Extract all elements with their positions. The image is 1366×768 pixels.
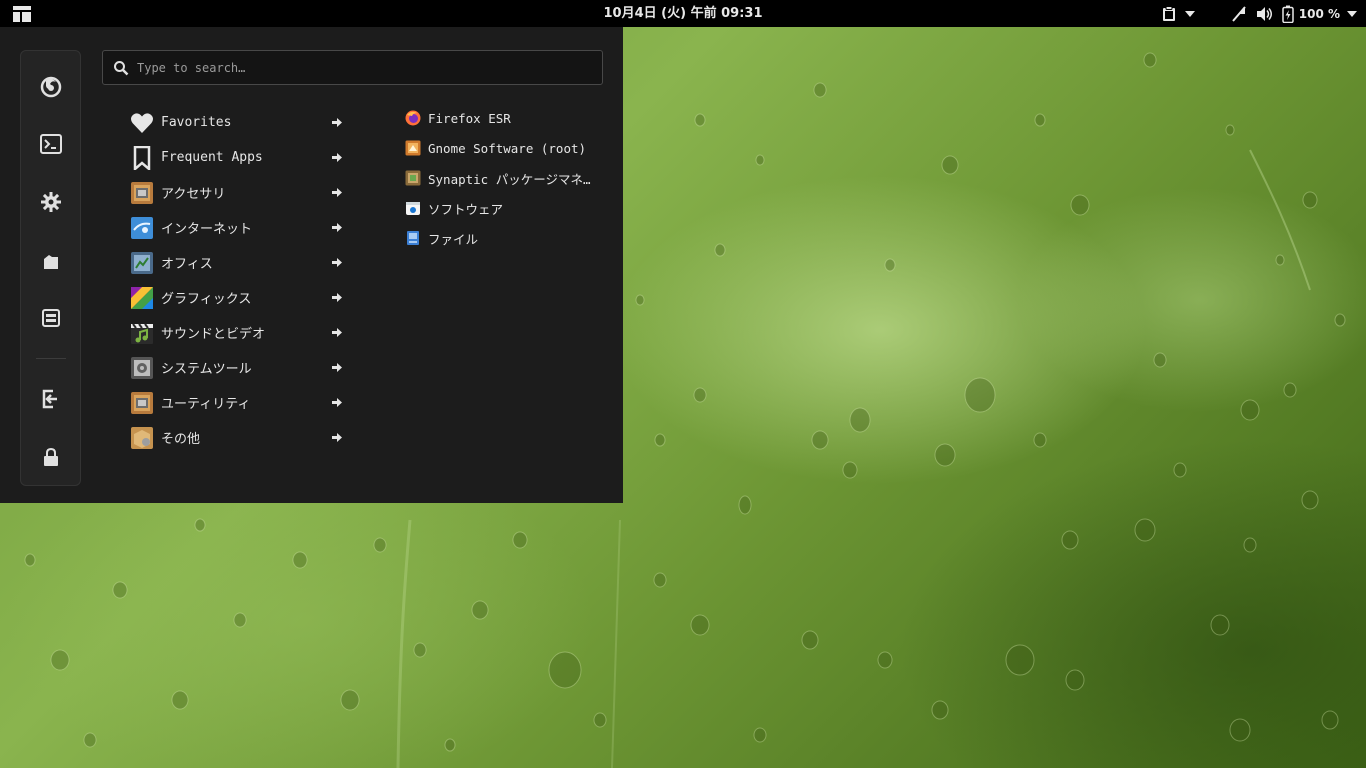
chevron-down-icon <box>1347 10 1357 17</box>
gnome-software-icon <box>405 140 421 156</box>
category-internet[interactable]: インターネット <box>130 210 350 245</box>
clock[interactable]: 10月4日 (火) 午前 09:31 <box>604 0 763 27</box>
utilities-icon <box>130 391 154 415</box>
category-label: Favorites <box>161 115 232 130</box>
app-files[interactable]: ファイル <box>405 223 605 253</box>
sidebar-logout-button[interactable] <box>35 383 67 415</box>
search-icon <box>113 60 129 76</box>
sidebar-software-button[interactable] <box>35 302 67 334</box>
category-graphics[interactable]: グラフィックス <box>130 280 350 315</box>
sidebar-firefox-button[interactable] <box>35 71 67 103</box>
arrow-right-icon <box>332 328 342 337</box>
arrow-right-icon <box>332 223 342 232</box>
category-accessories[interactable]: アクセサリ <box>130 175 350 210</box>
category-label: その他 <box>161 432 201 447</box>
volume-icon <box>1256 6 1272 21</box>
app-software[interactable]: ソフトウェア <box>405 193 605 223</box>
app-label: Synaptic パッケージマネ… <box>428 171 591 187</box>
app-firefox-esr[interactable]: Firefox ESR <box>405 103 605 133</box>
app-label: Gnome Software (root) <box>428 140 587 156</box>
arrow-right-icon <box>332 363 342 372</box>
app-synaptic[interactable]: Synaptic パッケージマネ… <box>405 163 605 193</box>
heart-icon <box>130 111 154 135</box>
app-label: Firefox ESR <box>428 110 511 126</box>
bookmark-icon <box>130 145 154 170</box>
category-favorites[interactable]: Favorites <box>130 105 350 140</box>
clipboard-indicator[interactable] <box>1162 0 1196 27</box>
category-utilities[interactable]: ユーティリティ <box>130 385 350 420</box>
app-menu-button[interactable] <box>0 0 44 27</box>
category-system-tools[interactable]: システムツール <box>130 350 350 385</box>
category-other[interactable]: その他 <box>130 420 350 455</box>
category-multimedia[interactable]: サウンドとビデオ <box>130 315 350 350</box>
terminal-icon <box>40 134 62 154</box>
category-label: インターネット <box>161 222 253 237</box>
category-label: オフィス <box>161 257 213 272</box>
arrow-right-icon <box>332 188 342 197</box>
software-center-icon <box>42 309 60 327</box>
accessories-icon <box>130 181 154 205</box>
category-label: グラフィックス <box>161 292 252 307</box>
sidebar-lock-button[interactable] <box>35 441 67 473</box>
other-icon <box>130 426 154 450</box>
arrow-right-icon <box>332 258 342 267</box>
settings-gear-icon <box>41 192 61 212</box>
arrow-right-icon <box>332 398 342 407</box>
synaptic-icon <box>405 170 421 186</box>
sidebar-separator <box>36 358 66 359</box>
app-gnome-software-root[interactable]: Gnome Software (root) <box>405 133 605 163</box>
arrow-right-icon <box>332 118 342 127</box>
category-label: ユーティリティ <box>161 397 251 412</box>
sidebar-files-button[interactable] <box>35 246 67 278</box>
category-label: システムツール <box>161 362 252 377</box>
application-menu: Favorites Frequent Apps <box>0 27 623 503</box>
category-label: サウンドとビデオ <box>161 327 266 342</box>
multimedia-icon <box>130 321 154 345</box>
firefox-icon <box>405 110 421 126</box>
battery-charging-icon <box>1282 5 1294 23</box>
logout-icon <box>42 389 57 409</box>
category-label: アクセサリ <box>161 187 226 202</box>
battery-percentage: 100 % <box>1298 6 1340 21</box>
network-indicator[interactable] <box>1230 0 1248 27</box>
arrow-right-icon <box>332 293 342 302</box>
files-icon <box>405 230 421 246</box>
office-icon <box>130 251 154 275</box>
search-input[interactable] <box>137 51 602 84</box>
battery-indicator[interactable]: 100 % <box>1282 0 1358 27</box>
clipboard-icon <box>1162 5 1175 21</box>
arrow-right-icon <box>332 433 342 442</box>
arrow-right-icon <box>332 153 342 162</box>
sidebar-settings-button[interactable] <box>35 186 67 218</box>
volume-indicator[interactable] <box>1256 0 1274 27</box>
app-label: ファイル <box>428 231 479 247</box>
internet-icon <box>130 216 154 240</box>
software-icon <box>405 200 421 216</box>
graphics-icon <box>130 286 154 310</box>
lock-icon <box>44 447 58 466</box>
sidebar-terminal-button[interactable] <box>35 128 67 160</box>
system-tray: 100 % <box>1162 0 1366 27</box>
category-office[interactable]: オフィス <box>130 245 350 280</box>
category-frequent-apps[interactable]: Frequent Apps <box>130 140 350 175</box>
app-list: Firefox ESR Gnome Software (root) Synapt… <box>405 103 605 253</box>
app-label: ソフトウェア <box>428 201 504 217</box>
firefox-icon <box>40 76 62 98</box>
search-box[interactable] <box>102 50 603 85</box>
category-list: Favorites Frequent Apps アクセサリ インターネット オフ… <box>130 105 350 455</box>
app-menu-icon <box>13 5 31 22</box>
system-tools-icon <box>130 356 154 380</box>
chevron-down-icon <box>1184 10 1195 17</box>
network-wired-icon <box>1231 5 1246 22</box>
file-manager-icon <box>44 255 58 269</box>
menu-sidebar <box>20 50 81 486</box>
top-panel: 10月4日 (火) 午前 09:31 100 % <box>0 0 1366 27</box>
category-label: Frequent Apps <box>161 150 263 165</box>
